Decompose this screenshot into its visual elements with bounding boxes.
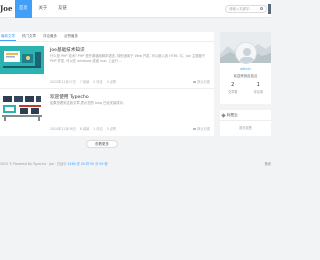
main-nav: 首页 关于 友链 [15, 0, 74, 18]
post-category[interactable]: 默认分类 [193, 126, 210, 131]
stat-value: 2 [231, 82, 235, 88]
folder-icon [193, 80, 197, 84]
divider [0, 88, 214, 89]
post-views: 8 阅读 [79, 127, 90, 131]
post-title[interactable]: 欢迎使用 Typecho [50, 94, 89, 100]
post-views: 7 阅读 [79, 80, 90, 84]
post-summary: 什么是 PHP 技术? PHP 是开源通用脚本语言, 特别适用于 Web 开发,… [50, 54, 206, 63]
footer-right-text[interactable]: 备案 [265, 160, 271, 168]
load-more-bar: 查看更多 [0, 136, 214, 154]
author-name[interactable]: admin [220, 67, 271, 71]
post-date: 2020年12月07日 [50, 80, 76, 84]
tab-most-likes[interactable]: 点赞最多 [63, 32, 79, 41]
post-item[interactable]: Joe基础技术知识 什么是 PHP 技术? PHP 是开源通用脚本语言, 特别适… [0, 43, 214, 87]
tab-hot[interactable]: 热门文章 [21, 32, 37, 41]
post-tabs: 最新文章 热门文章 评论最多 点赞最多 [0, 32, 214, 42]
post-thumbnail[interactable] [0, 46, 44, 74]
site-logo[interactable]: Joe [0, 4, 12, 13]
footer-runtime: 1460 天 00 时 00 分 00 秒 [67, 162, 108, 166]
search-placeholder: 请输入关键字... [229, 7, 253, 11]
search-input[interactable]: 请输入关键字... [225, 5, 267, 13]
tab-most-comments[interactable]: 评论最多 [42, 32, 58, 41]
stat-value: 1 [256, 82, 260, 88]
divider [220, 120, 271, 121]
author-description: 欢迎来到此站点 [233, 74, 258, 78]
stat-comments: 1 评论量 [246, 82, 272, 94]
tag-cloud-header: 标签云 [221, 112, 238, 118]
tab-latest[interactable]: 最新文章 [0, 32, 16, 41]
post-comments: 1 评论 [93, 127, 103, 131]
load-more-button[interactable]: 查看更多 [86, 140, 118, 148]
post-comments: 0 评论 [93, 80, 103, 84]
site-footer: 2020 © Powered By Typecho · Joe · 已运行 14… [0, 160, 271, 168]
tag-icon [221, 112, 226, 118]
post-meta: 2020年12月07日 7 阅读 0 评论 0 点赞 [50, 79, 119, 84]
post-category[interactable]: 默认分类 [193, 79, 210, 84]
post-item[interactable]: 欢迎使用 Typecho 如果您看到这篇文章,表示您的 blog 已经安装成功.… [0, 90, 214, 134]
post-title[interactable]: Joe基础技术知识 [50, 47, 85, 53]
post-likes: 0 点赞 [106, 127, 117, 131]
side-toolbar[interactable] [268, 4, 271, 14]
nav-item-home[interactable]: 首页 [15, 0, 32, 18]
stat-label: 文章数 [227, 90, 238, 94]
tag-cloud-empty: 暂无标签 [239, 126, 252, 130]
stat-label: 评论量 [253, 90, 264, 94]
post-date: 2020年12月06日 [50, 127, 76, 131]
nav-item-links[interactable]: 友链 [54, 0, 71, 18]
post-list-panel: 最新文章 热门文章 评论最多 点赞最多 Joe基础技术知识 什么是 PHP 技术… [0, 32, 214, 136]
post-category-label: 默认分类 [197, 80, 210, 84]
post-meta: 2020年12月06日 8 阅读 1 评论 0 点赞 [50, 126, 119, 131]
tag-cloud-card: 标签云 暂无标签 [220, 110, 271, 136]
author-stats: 2 文章数 1 评论量 [220, 82, 271, 94]
post-summary: 如果您看到这篇文章,表示您的 blog 已经安装成功. [50, 101, 124, 105]
nav-item-about[interactable]: 关于 [35, 0, 52, 18]
search-icon[interactable] [260, 7, 263, 10]
author-card: admin 欢迎来到此站点 2 文章数 1 评论量 [220, 32, 271, 104]
post-thumbnail[interactable] [0, 93, 44, 121]
post-likes: 0 点赞 [106, 80, 117, 84]
avatar[interactable] [235, 42, 257, 64]
post-category-label: 默认分类 [197, 127, 210, 131]
stat-posts: 2 文章数 [220, 82, 246, 94]
footer-text: 2020 © Powered By Typecho · Joe · 已运行 [0, 162, 67, 166]
tag-cloud-title: 标签云 [227, 113, 238, 117]
folder-icon [193, 127, 197, 131]
top-header: Joe 首页 关于 友链 请输入关键字... [0, 0, 271, 18]
